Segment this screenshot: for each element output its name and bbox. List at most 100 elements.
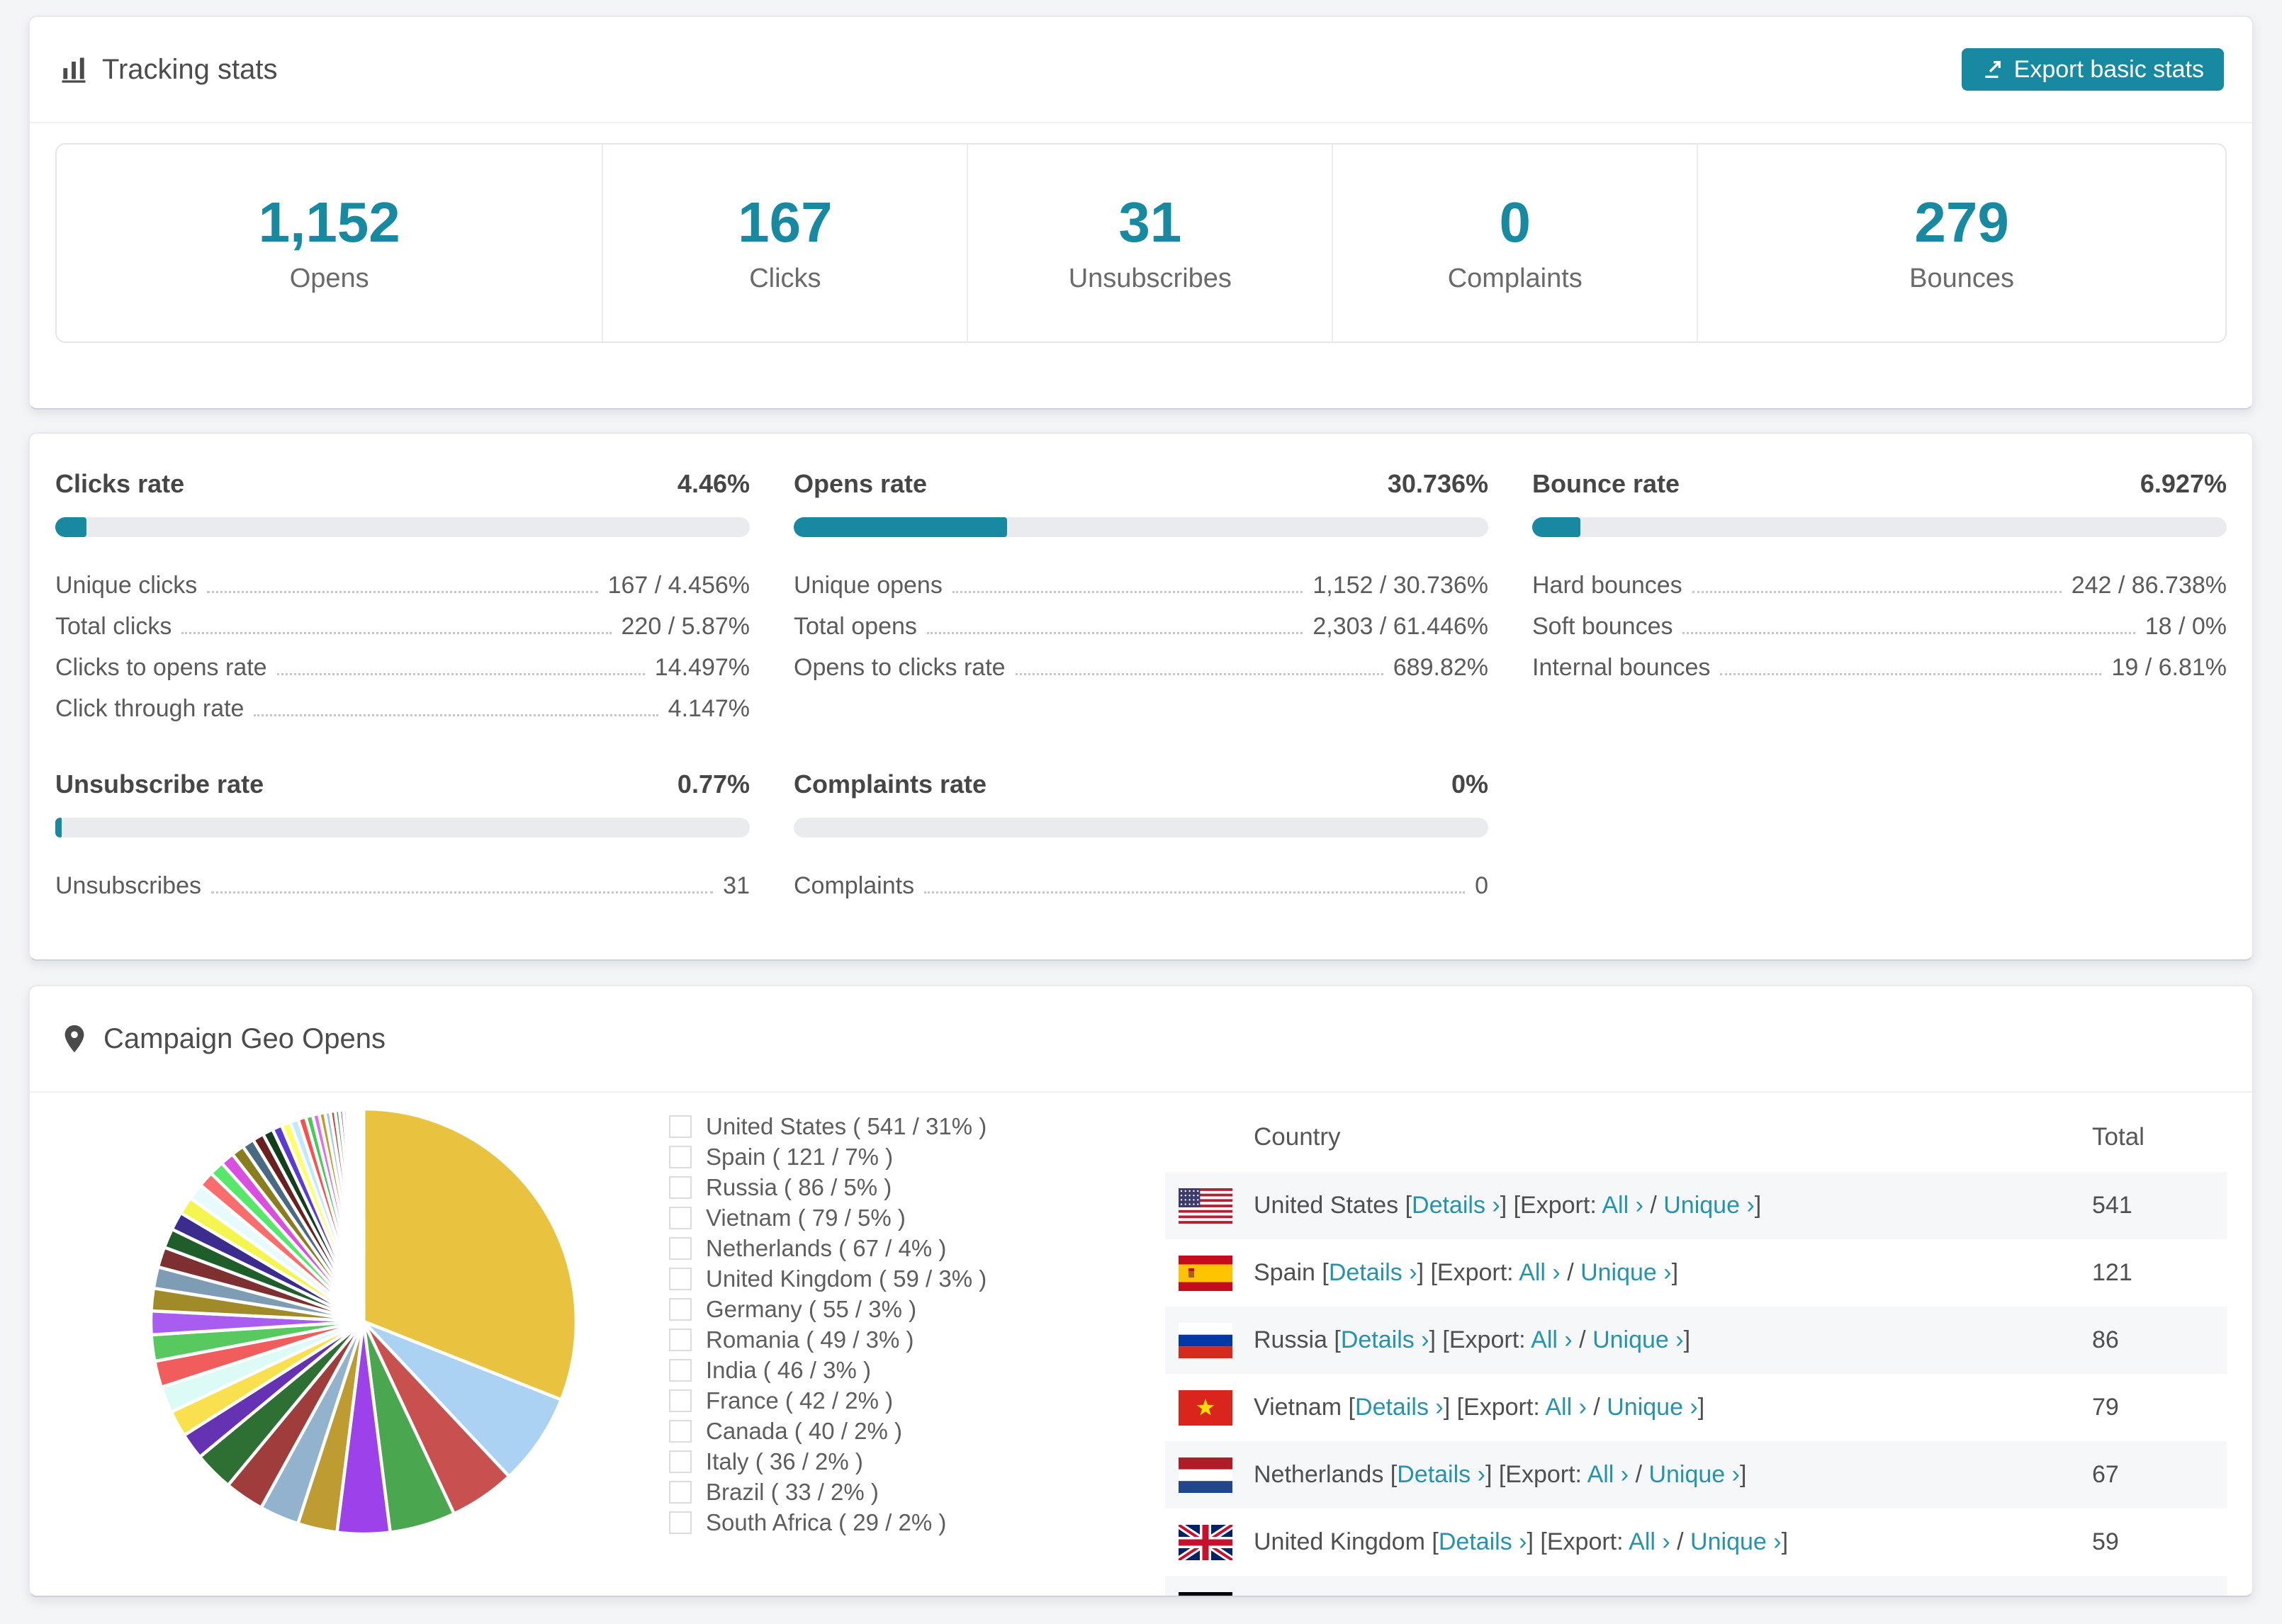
details-link-spain[interactable]: Details › bbox=[1329, 1259, 1417, 1286]
stat-value-total-opens: 2,303 / 61.446% bbox=[1313, 613, 1488, 640]
details-link-russia[interactable]: Details › bbox=[1341, 1326, 1429, 1353]
export-basic-stats-button[interactable]: Export basic stats bbox=[1961, 48, 2224, 91]
legend-swatch-vietnam bbox=[669, 1206, 692, 1229]
geo-country-table: Country Total United States [Details ›] … bbox=[1165, 1103, 2227, 1597]
row-static-text: ] bbox=[1739, 1461, 1747, 1488]
row-static-text: ] [Export: bbox=[1417, 1259, 1519, 1286]
export-unique-link-vietnam[interactable]: Unique › bbox=[1607, 1394, 1698, 1421]
total-cell-united-kingdom: 59 bbox=[2092, 1528, 2119, 1555]
details-link-netherlands[interactable]: Details › bbox=[1397, 1461, 1485, 1488]
summary-value-unsubscribes: 31 bbox=[1118, 190, 1182, 254]
legend-swatch-spain bbox=[669, 1145, 692, 1168]
legend-item-brazil[interactable]: Brazil ( 33 / 2% ) bbox=[669, 1477, 1165, 1507]
summary-label-opens: Opens bbox=[289, 263, 369, 293]
legend-swatch-netherlands bbox=[669, 1236, 692, 1260]
rate-title-opens-rate: Opens rate bbox=[794, 469, 928, 498]
legend-label-spain: Spain ( 121 / 7% ) bbox=[706, 1143, 894, 1170]
rate-card-bounce-rate: Bounce rate 6.927% Hard bounces 242 / 86.73… bbox=[1532, 469, 2227, 723]
export-unique-link-netherlands[interactable]: Unique › bbox=[1648, 1461, 1740, 1488]
summary-cell-opens: 1,152 Opens bbox=[57, 145, 602, 342]
export-all-link-germany[interactable]: All › bbox=[1556, 1596, 1598, 1597]
export-unique-link-germany[interactable]: Unique › bbox=[1618, 1596, 1709, 1597]
dotted-leader bbox=[207, 591, 598, 593]
stat-row-hard-bounces: Hard bounces 242 / 86.738% bbox=[1532, 558, 2227, 599]
dotted-leader bbox=[276, 673, 645, 675]
legend-label-vietnam: Vietnam ( 79 / 5% ) bbox=[706, 1204, 906, 1231]
rate-value-bounce-rate: 6.927% bbox=[2140, 469, 2227, 498]
export-all-link-netherlands[interactable]: All › bbox=[1587, 1461, 1629, 1488]
details-link-vietnam[interactable]: Details › bbox=[1355, 1394, 1444, 1421]
legend-item-united-kingdom[interactable]: United Kingdom ( 59 / 3% ) bbox=[669, 1263, 1165, 1294]
flag-icon-nl bbox=[1179, 1457, 1232, 1493]
legend-label-russia: Russia ( 86 / 5% ) bbox=[706, 1173, 892, 1200]
export-all-link-spain[interactable]: All › bbox=[1519, 1259, 1561, 1286]
export-all-link-russia[interactable]: All › bbox=[1531, 1326, 1573, 1353]
rate-title-bounce-rate: Bounce rate bbox=[1532, 469, 1680, 498]
country-cell-netherlands: Netherlands [Details ›] [Export: All › /… bbox=[1165, 1457, 2092, 1493]
row-static-text: ] bbox=[1709, 1596, 1715, 1597]
row-static-text: United Kingdom [ bbox=[1254, 1528, 1439, 1555]
legend-swatch-canada bbox=[669, 1419, 692, 1443]
stat-row-clicks-to-opens-rate: Clicks to opens rate 14.497% bbox=[55, 641, 750, 682]
row-static-text: Netherlands [ bbox=[1254, 1461, 1398, 1488]
stat-label-soft-bounces: Soft bounces bbox=[1532, 613, 1673, 640]
export-button-label: Export basic stats bbox=[2013, 55, 2204, 83]
legend-item-romania[interactable]: Romania ( 49 / 3% ) bbox=[669, 1324, 1165, 1355]
legend-label-germany: Germany ( 55 / 3% ) bbox=[706, 1295, 917, 1322]
export-all-link-united-kingdom[interactable]: All › bbox=[1629, 1528, 1670, 1555]
table-row-united-states: United States [Details ›] [Export: All ›… bbox=[1165, 1172, 2227, 1239]
geo-title: Campaign Geo Opens bbox=[103, 1022, 386, 1054]
rate-rows-clicks-rate: Unique clicks 167 / 4.456% Total clicks 220… bbox=[55, 558, 750, 723]
rate-value-complaints-rate: 0% bbox=[1451, 769, 1488, 799]
stat-label-unique-clicks: Unique clicks bbox=[55, 572, 198, 599]
export-unique-link-russia[interactable]: Unique › bbox=[1592, 1326, 1684, 1353]
row-static-text: United States [ bbox=[1254, 1192, 1412, 1219]
rate-bar-bounce-rate bbox=[1532, 517, 2227, 537]
rate-head-clicks-rate: Clicks rate 4.46% bbox=[55, 469, 750, 499]
country-column-header: Country bbox=[1254, 1123, 1341, 1151]
export-unique-link-united-kingdom[interactable]: Unique › bbox=[1690, 1528, 1782, 1555]
details-link-germany[interactable]: Details › bbox=[1366, 1596, 1455, 1597]
legend-label-united-kingdom: United Kingdom ( 59 / 3% ) bbox=[706, 1265, 987, 1292]
legend-item-india[interactable]: India ( 46 / 3% ) bbox=[669, 1355, 1165, 1385]
stat-label-opens-to-clicks-rate: Opens to clicks rate bbox=[794, 654, 1006, 681]
country-cell-united-kingdom: United Kingdom [Details ›] [Export: All … bbox=[1165, 1524, 2092, 1560]
rate-bar-fill-opens-rate bbox=[794, 517, 1008, 537]
country-row-text-united-kingdom: United Kingdom [Details ›] [Export: All … bbox=[1254, 1528, 1788, 1556]
country-cell-vietnam: Vietnam [Details ›] [Export: All › / Uni… bbox=[1165, 1389, 2092, 1426]
summary-value-clicks: 167 bbox=[738, 190, 833, 254]
legend-item-spain[interactable]: Spain ( 121 / 7% ) bbox=[669, 1141, 1165, 1172]
rate-title-unsubscribe-rate: Unsubscribe rate bbox=[55, 769, 264, 799]
geo-table-header: Country Total bbox=[1165, 1103, 2227, 1172]
stat-value-unique-clicks: 167 / 4.456% bbox=[607, 572, 750, 599]
legend-item-south-africa[interactable]: South Africa ( 29 / 2% ) bbox=[669, 1507, 1165, 1538]
legend-item-vietnam[interactable]: Vietnam ( 79 / 5% ) bbox=[669, 1202, 1165, 1233]
dotted-leader bbox=[254, 714, 658, 716]
legend-item-russia[interactable]: Russia ( 86 / 5% ) bbox=[669, 1172, 1165, 1202]
dotted-leader bbox=[181, 632, 612, 634]
table-row-vietnam: Vietnam [Details ›] [Export: All › / Uni… bbox=[1165, 1374, 2227, 1441]
export-all-link-united-states[interactable]: All › bbox=[1602, 1192, 1643, 1219]
legend-item-canada[interactable]: Canada ( 40 / 2% ) bbox=[669, 1416, 1165, 1446]
rate-card-opens-rate: Opens rate 30.736% Unique opens 1,152 / 30.… bbox=[794, 469, 1488, 723]
export-all-link-vietnam[interactable]: All › bbox=[1545, 1394, 1587, 1421]
legend-item-germany[interactable]: Germany ( 55 / 3% ) bbox=[669, 1294, 1165, 1324]
legend-item-france[interactable]: France ( 42 / 2% ) bbox=[669, 1385, 1165, 1416]
details-link-united-states[interactable]: Details › bbox=[1412, 1192, 1500, 1219]
dotted-leader bbox=[1015, 673, 1383, 675]
export-unique-link-spain[interactable]: Unique › bbox=[1580, 1259, 1672, 1286]
rate-title-complaints-rate: Complaints rate bbox=[794, 769, 987, 799]
legend-item-netherlands[interactable]: Netherlands ( 67 / 4% ) bbox=[669, 1233, 1165, 1263]
page-title: Tracking stats bbox=[102, 53, 278, 85]
geo-header: Campaign Geo Opens bbox=[30, 986, 2252, 1093]
rate-card-complaints-rate: Complaints rate 0% Complaints 0 bbox=[794, 769, 1488, 900]
export-unique-link-united-states[interactable]: Unique › bbox=[1663, 1192, 1755, 1219]
details-link-united-kingdom[interactable]: Details › bbox=[1439, 1528, 1527, 1555]
table-row-spain: Spain [Details ›] [Export: All › / Uniqu… bbox=[1165, 1239, 2227, 1307]
legend-item-united-states[interactable]: United States ( 541 / 31% ) bbox=[669, 1111, 1165, 1141]
rate-rows-complaints-rate: Complaints 0 bbox=[794, 859, 1488, 900]
summary-cell-complaints: 0 Complaints bbox=[1332, 145, 1697, 342]
legend-item-italy[interactable]: Italy ( 36 / 2% ) bbox=[669, 1446, 1165, 1477]
table-row-netherlands: Netherlands [Details ›] [Export: All › /… bbox=[1165, 1441, 2227, 1509]
row-static-text: Spain [ bbox=[1254, 1259, 1329, 1286]
